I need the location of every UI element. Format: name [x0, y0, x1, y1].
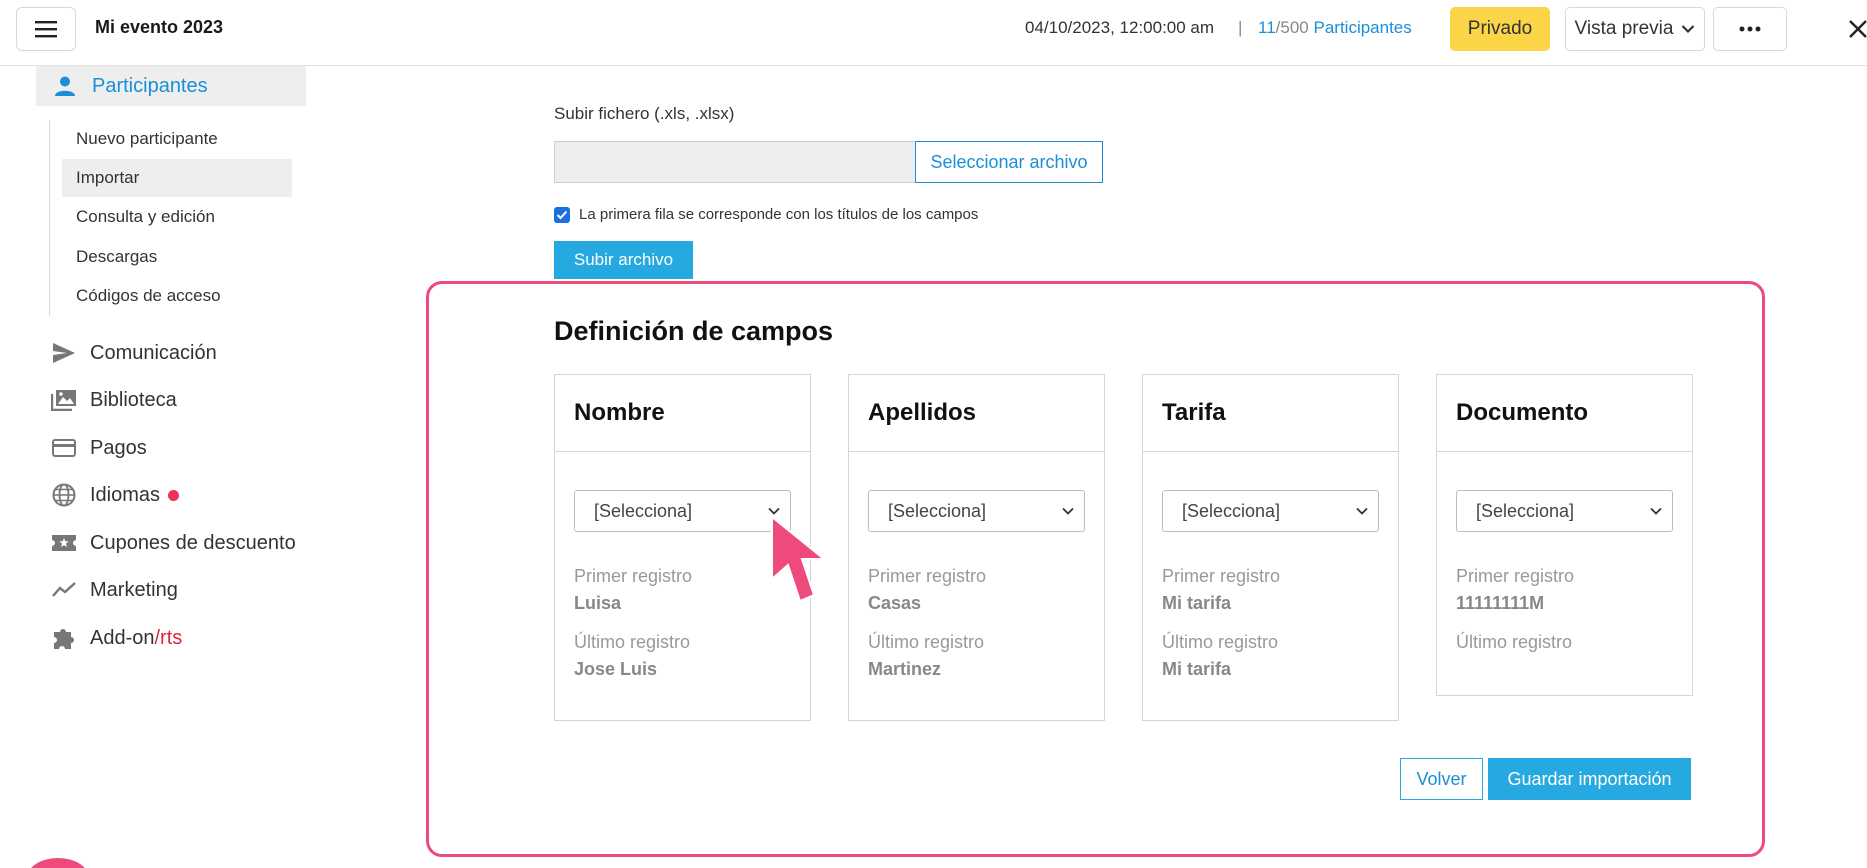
- sidebar-item-label: Add-on: [90, 626, 155, 649]
- back-button[interactable]: Volver: [1400, 758, 1483, 800]
- last-record-value: Mi tarifa: [1162, 659, 1232, 679]
- sidebar-item-suffix: /rts: [154, 626, 183, 649]
- last-record-label: Último registro: [868, 632, 985, 652]
- first-record-label: Primer registro: [1456, 566, 1575, 586]
- close-button[interactable]: [1848, 12, 1867, 46]
- sidebar-item-comunicacion[interactable]: Comunicación: [50, 336, 217, 370]
- user-icon: [54, 75, 76, 97]
- top-bar: Mi evento 2023 04/10/2023, 12:00:00 am |…: [0, 0, 1867, 66]
- chevron-down-icon: [1682, 25, 1695, 34]
- field-mapping-select[interactable]: [Selecciona]: [868, 490, 1085, 532]
- select-value: [Selecciona]: [594, 500, 693, 521]
- header-row-checkbox-label[interactable]: La primera fila se corresponde con los t…: [579, 206, 978, 223]
- last-record-label: Último registro: [1162, 632, 1279, 652]
- last-record-value: [1456, 659, 1673, 680]
- participants-counter[interactable]: 11/500 Participantes: [1258, 18, 1412, 38]
- select-file-button[interactable]: Seleccionar archivo: [915, 141, 1103, 183]
- submenu-item-consulta[interactable]: Consulta y edición: [62, 198, 292, 236]
- submenu-item-importar[interactable]: Importar: [62, 159, 292, 197]
- sidebar-item-label: Biblioteca: [90, 388, 177, 411]
- field-card-title: Documento: [1437, 375, 1692, 452]
- chat-bubble-icon[interactable]: [27, 858, 89, 868]
- globe-icon: [50, 481, 78, 509]
- select-value: [Selecciona]: [1182, 500, 1281, 521]
- submenu-item-codigos-acceso[interactable]: Códigos de acceso: [62, 277, 292, 315]
- field-card-title: Nombre: [555, 375, 810, 452]
- last-record-value: Jose Luis: [574, 659, 658, 679]
- sidebar-item-label: Idiomas: [90, 483, 161, 506]
- save-import-button[interactable]: Guardar importación: [1488, 758, 1691, 800]
- field-mapping-select[interactable]: [Selecciona]: [1456, 490, 1673, 532]
- field-mapping-select[interactable]: [Selecciona]: [574, 490, 791, 532]
- event-title: Mi evento 2023: [95, 17, 224, 37]
- sidebar-item-label: Comunicación: [90, 341, 217, 364]
- submenu-item-descargas[interactable]: Descargas: [62, 238, 292, 276]
- upload-file-label: Subir fichero (.xls, .xlsx): [554, 104, 735, 123]
- images-icon: [50, 386, 78, 414]
- preview-dropdown-button[interactable]: Vista previa: [1565, 7, 1705, 51]
- sidebar-item-label: Cupones de descuento: [90, 531, 296, 554]
- first-record-label: Primer registro: [574, 566, 693, 586]
- privacy-button[interactable]: Privado: [1450, 7, 1550, 51]
- field-card-documento: Documento [Selecciona] Primer registro 1…: [1436, 374, 1693, 696]
- more-options-button[interactable]: [1713, 7, 1787, 51]
- field-card-tarifa: Tarifa [Selecciona] Primer registro Mi t…: [1142, 374, 1399, 721]
- header-separator: |: [1238, 18, 1243, 37]
- field-card-apellidos: Apellidos [Selecciona] Primer registro C…: [848, 374, 1105, 721]
- notification-dot: [168, 489, 180, 501]
- sidebar-item-biblioteca[interactable]: Biblioteca: [50, 383, 177, 417]
- submenu-divider: [49, 120, 50, 316]
- chevron-down-icon: [1356, 507, 1368, 515]
- sidebar-item-label: Pagos: [90, 436, 147, 459]
- pointer-cursor-icon: [771, 514, 827, 603]
- upload-file-button[interactable]: Subir archivo: [554, 241, 693, 279]
- preview-label: Vista previa: [1574, 18, 1674, 39]
- first-record-label: Primer registro: [868, 566, 987, 586]
- event-datetime: 04/10/2023, 12:00:00 am: [1025, 18, 1215, 37]
- first-record-value: Casas: [868, 593, 922, 613]
- ticket-icon: [50, 529, 78, 557]
- last-record-label: Último registro: [574, 632, 691, 652]
- field-mapping-select[interactable]: [Selecciona]: [1162, 490, 1379, 532]
- field-definition-title: Definición de campos: [554, 316, 834, 346]
- credit-card-icon: [50, 434, 78, 462]
- header-row-checkbox[interactable]: [554, 207, 570, 223]
- first-record-value: Luisa: [574, 593, 622, 613]
- first-record-value: 11111111M: [1456, 593, 1545, 613]
- sidebar-item-pagos[interactable]: Pagos: [50, 431, 147, 465]
- sidebar-item-participantes[interactable]: Participantes: [36, 66, 306, 106]
- send-icon: [50, 339, 78, 367]
- participants-link[interactable]: Participantes: [1313, 18, 1411, 37]
- sidebar-item-idiomas[interactable]: Idiomas: [50, 478, 180, 512]
- submenu-item-nuevo-participante[interactable]: Nuevo participante: [62, 120, 292, 158]
- last-record-label: Último registro: [1456, 632, 1573, 652]
- select-value: [Selecciona]: [1476, 500, 1575, 521]
- checkmark-icon: [556, 210, 568, 220]
- sidebar-item-marketing[interactable]: Marketing: [50, 573, 178, 607]
- last-record-value: Martinez: [868, 659, 942, 679]
- participants-total: /500: [1275, 18, 1309, 37]
- menu-button[interactable]: [16, 7, 76, 51]
- hamburger-icon: [35, 21, 57, 38]
- field-card-title: Tarifa: [1143, 375, 1398, 452]
- select-value: [Selecciona]: [888, 500, 987, 521]
- participants-current: 11: [1258, 18, 1276, 37]
- sidebar-item-addon[interactable]: Add-on/rts: [50, 621, 182, 655]
- chevron-down-icon: [1062, 507, 1074, 515]
- ellipsis-icon: [1739, 26, 1761, 32]
- sidebar-item-label: Participantes: [92, 74, 208, 97]
- chevron-down-icon: [1650, 507, 1662, 515]
- file-path-field[interactable]: [554, 141, 916, 183]
- trend-icon: [50, 576, 78, 604]
- puzzle-icon: [50, 624, 78, 652]
- first-record-label: Primer registro: [1162, 566, 1281, 586]
- field-card-title: Apellidos: [849, 375, 1104, 452]
- sidebar-item-cupones[interactable]: Cupones de descuento: [50, 526, 296, 560]
- sidebar-item-label: Marketing: [90, 578, 178, 601]
- first-record-value: Mi tarifa: [1162, 593, 1232, 613]
- close-icon: [1849, 20, 1867, 38]
